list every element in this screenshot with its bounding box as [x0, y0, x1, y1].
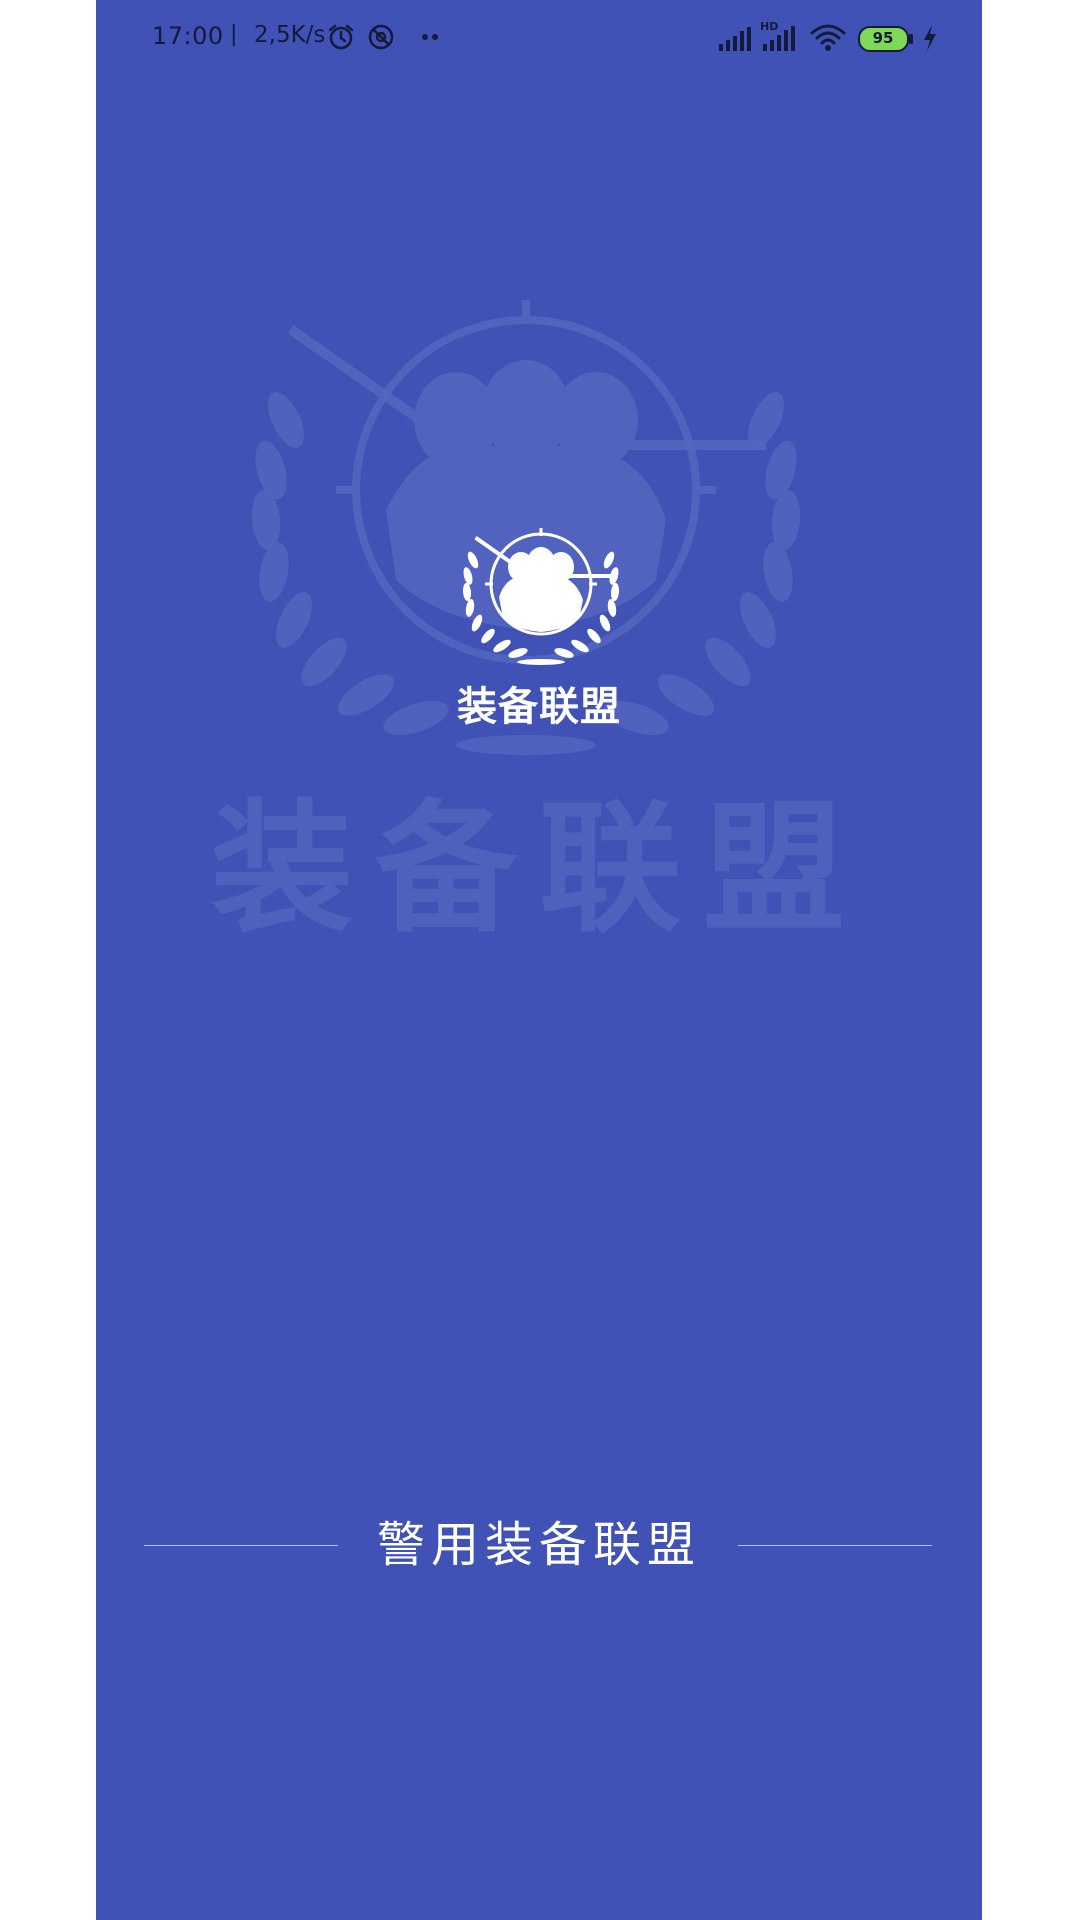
battery-level: 95	[872, 29, 894, 47]
status-bar: 17:00 | 2,5K/s HD 95	[96, 0, 982, 80]
watermark-title: 装备联盟	[211, 787, 867, 952]
wifi-icon	[810, 24, 846, 51]
alarm-clock-icon	[328, 24, 354, 50]
do-not-disturb-icon	[368, 24, 394, 50]
battery-icon: 95	[858, 26, 914, 52]
footer-divider-right	[738, 1545, 932, 1546]
charging-bolt-icon	[924, 25, 936, 51]
police-emblem-icon	[462, 528, 620, 665]
more-dots-icon	[422, 34, 438, 40]
status-separator: |	[230, 22, 238, 47]
splash-page: 17:00 | 2,5K/s HD 95 装备联盟 装备联盟 警用装备联盟	[0, 0, 1080, 1920]
cellular-signal-hd-icon: HD	[760, 20, 796, 52]
cellular-signal-icon	[719, 27, 751, 51]
network-speed: 2,5K/s	[254, 22, 326, 48]
logo-title: 装备联盟	[457, 684, 621, 730]
phone-screen: 17:00 | 2,5K/s HD 95 装备联盟 装备联盟 警用装备联盟	[96, 0, 982, 1920]
status-time: 17:00	[152, 22, 224, 50]
